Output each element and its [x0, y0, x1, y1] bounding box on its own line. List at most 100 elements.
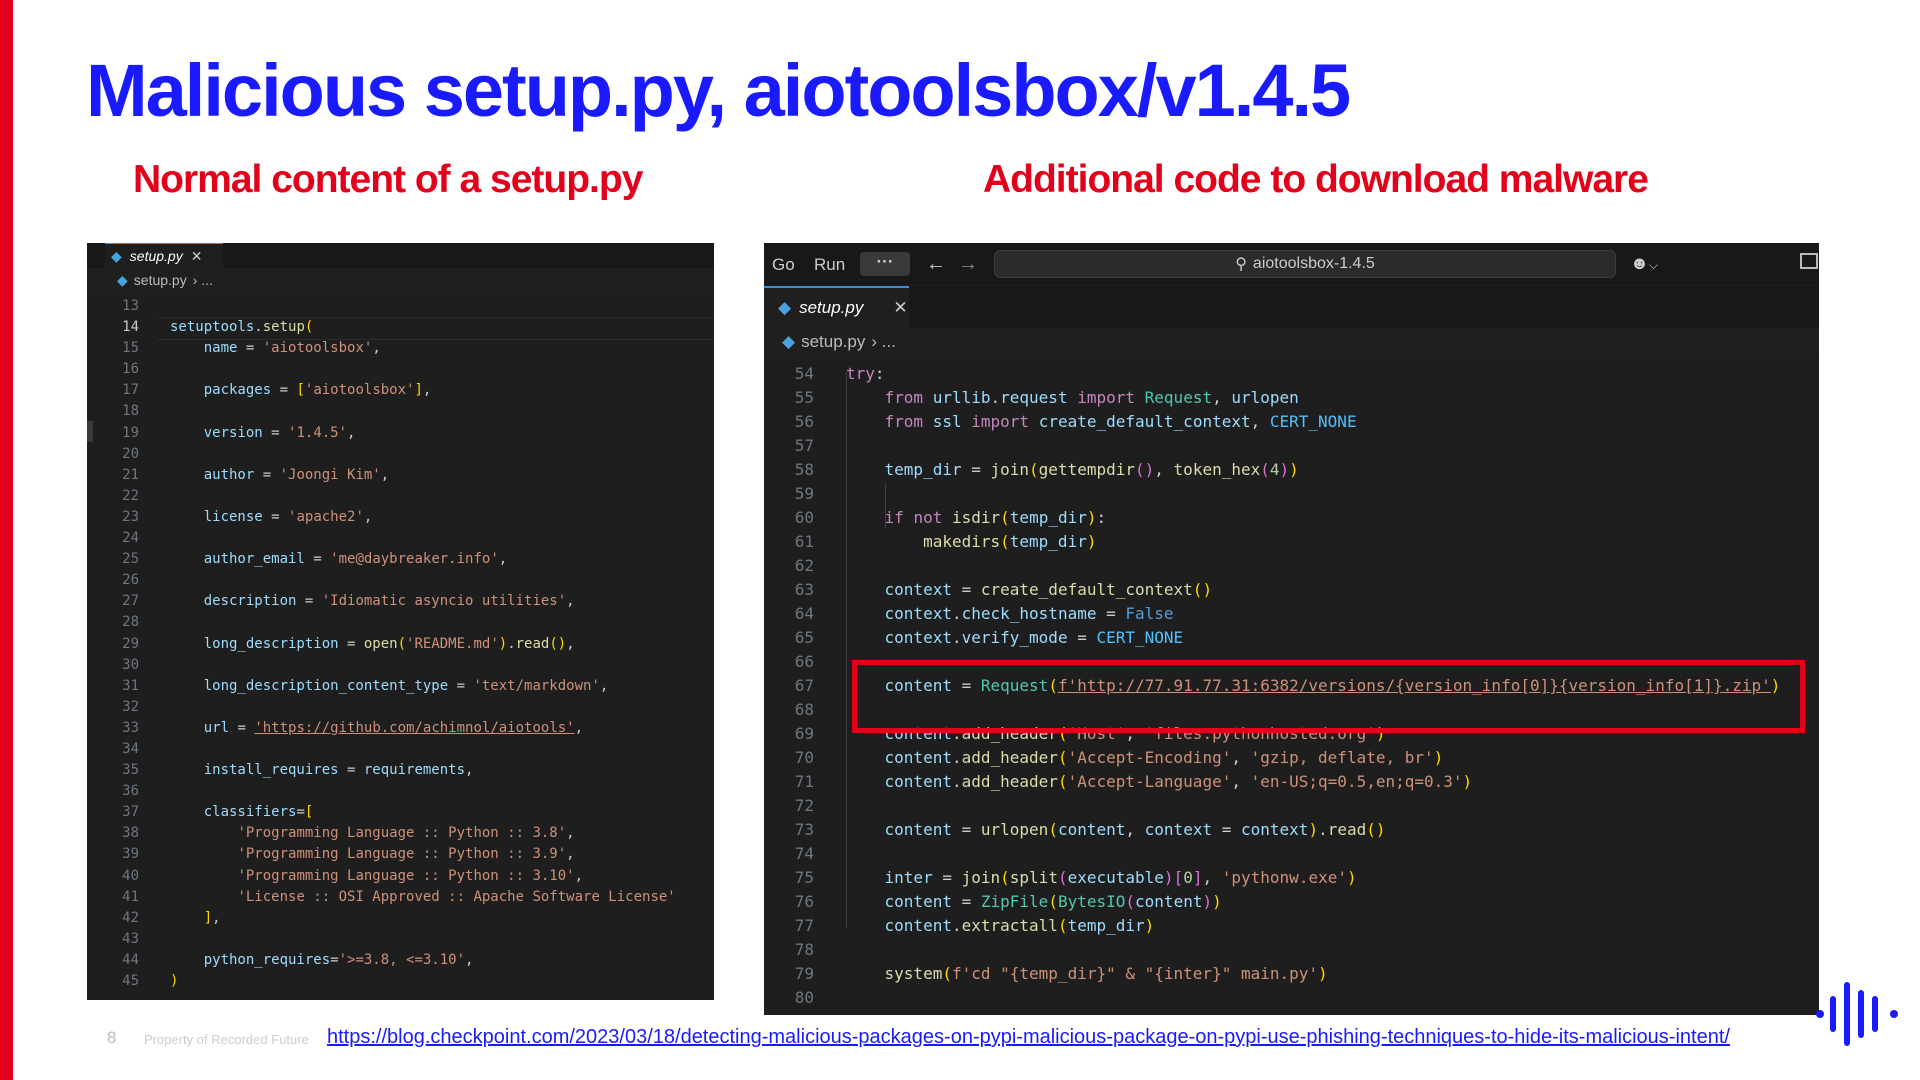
code-line[interactable]: 60 if not isdir(temp_dir):	[764, 506, 1819, 530]
code-line[interactable]: 19 version = '1.4.5',	[87, 423, 714, 444]
breadcrumb-file[interactable]: setup.py	[801, 332, 865, 352]
code-line[interactable]: 73 content = urlopen(content, context = …	[764, 818, 1819, 842]
code-line[interactable]: 22	[87, 486, 714, 507]
line-number: 42	[122, 909, 139, 926]
code-line[interactable]: 45)	[87, 971, 714, 992]
command-center-search[interactable]: ⚲ aiotoolsbox-1.4.5	[994, 250, 1616, 278]
source-link[interactable]: https://blog.checkpoint.com/2023/03/18/d…	[327, 1026, 1730, 1049]
line-number: 40	[122, 867, 139, 884]
code-line[interactable]: 25 author_email = 'me@daybreaker.info',	[87, 549, 714, 570]
back-arrow-icon[interactable]: ←	[926, 253, 946, 276]
menu-go[interactable]: Go	[772, 255, 795, 275]
code-line[interactable]: 44 python_requires='>=3.8, <=3.10',	[87, 950, 714, 971]
code-line[interactable]: 41 'License :: OSI Approved :: Apache So…	[87, 887, 714, 908]
code-line[interactable]: 80	[764, 986, 1819, 1010]
code-line[interactable]: 78	[764, 938, 1819, 962]
code-line[interactable]: 64 context.check_hostname = False	[764, 602, 1819, 626]
line-number: 69	[794, 724, 814, 743]
code-line[interactable]: 61 makedirs(temp_dir)	[764, 530, 1819, 554]
code-line[interactable]: 38 'Programming Language :: Python :: 3.…	[87, 823, 714, 844]
code-line[interactable]: 28	[87, 612, 714, 633]
line-number: 80	[794, 988, 814, 1007]
code-line[interactable]: 15 name = 'aiotoolsbox',	[87, 338, 714, 359]
code-line[interactable]: 27 description = 'Idiomatic asyncio util…	[87, 591, 714, 612]
code-line[interactable]: 55 from urllib.request import Request, u…	[764, 386, 1819, 410]
line-number: 35	[122, 762, 139, 779]
code-line[interactable]: 70 content.add_header('Accept-Encoding',…	[764, 746, 1819, 770]
code-text: )	[170, 973, 179, 989]
breadcrumb-file[interactable]: setup.py	[134, 272, 187, 288]
code-line[interactable]: 76 content = ZipFile(BytesIO(content))	[764, 890, 1819, 914]
line-number: 60	[794, 508, 814, 527]
code-text: 'License :: OSI Approved :: Apache Softw…	[237, 888, 676, 905]
line-number: 70	[794, 748, 814, 767]
code-line[interactable]: 24	[87, 528, 714, 549]
code-line[interactable]: 42 ],	[87, 908, 714, 929]
code-line[interactable]: 39 'Programming Language :: Python :: 3.…	[87, 844, 714, 865]
code-line[interactable]: 54 try:	[764, 362, 1819, 386]
line-number: 41	[122, 888, 139, 905]
code-line[interactable]: 37 classifiers=[	[87, 802, 714, 823]
line-number: 37	[122, 804, 139, 821]
code-line[interactable]: 40 'Programming Language :: Python :: 3.…	[87, 866, 714, 887]
menu-run[interactable]: Run	[814, 255, 845, 275]
code-line[interactable]: 71 content.add_header('Accept-Language',…	[764, 770, 1819, 794]
code-line[interactable]: 16	[87, 359, 714, 380]
code-text: description = 'Idiomatic asyncio utiliti…	[203, 593, 575, 610]
tab-label: setup.py	[799, 298, 864, 317]
line-number: 79	[794, 964, 814, 983]
code-line[interactable]: 63 context = create_default_context()	[764, 578, 1819, 602]
tab-setup-py[interactable]: ◆ setup.py ✕	[764, 286, 909, 328]
code-text: 'Programming Language :: Python :: 3.10'…	[237, 867, 584, 884]
code-line[interactable]: 75 inter = join(split(executable)[0], 'p…	[764, 866, 1819, 890]
code-line[interactable]: 13	[87, 296, 714, 317]
code-line[interactable]: 35 install_requires = requirements,	[87, 760, 714, 781]
code-line[interactable]: 59	[764, 482, 1819, 506]
code-line[interactable]: 33 url = 'https://github.com/achimnol/ai…	[87, 718, 714, 739]
code-text: temp_dir = join(gettempdir(), token_hex(…	[884, 460, 1299, 479]
code-line[interactable]: 72	[764, 794, 1819, 818]
code-text: try:	[846, 364, 885, 383]
code-line[interactable]: 20	[87, 444, 714, 465]
code-line[interactable]: 29 long_description = open('README.md').…	[87, 634, 714, 655]
python-file-icon: ◆	[782, 332, 796, 351]
code-line[interactable]: 26	[87, 570, 714, 591]
copilot-icon[interactable]: ☻⌵	[1630, 253, 1658, 274]
code-line[interactable]: 62	[764, 554, 1819, 578]
layout-icon[interactable]	[1800, 253, 1818, 269]
code-line[interactable]: 74	[764, 842, 1819, 866]
code-line[interactable]: 77 content.extractall(temp_dir)	[764, 914, 1819, 938]
code-line[interactable]: 32	[87, 697, 714, 718]
code-line[interactable]: 31 long_description_content_type = 'text…	[87, 676, 714, 697]
tab-setup-py[interactable]: ◆ setup.py ✕	[105, 243, 223, 268]
code-line[interactable]: 57	[764, 434, 1819, 458]
code-line[interactable]: 56 from ssl import create_default_contex…	[764, 410, 1819, 434]
breadcrumb-rest[interactable]: › ...	[193, 272, 213, 288]
code-line[interactable]: 17 packages = ['aiotoolsbox'],	[87, 380, 714, 401]
forward-arrow-icon[interactable]: →	[958, 253, 978, 276]
property-notice: Property of Recorded Future	[144, 1032, 309, 1047]
code-text: 'Programming Language :: Python :: 3.8',	[237, 825, 575, 842]
code-text: if not isdir(temp_dir):	[884, 508, 1107, 527]
code-line[interactable]: 43	[87, 929, 714, 950]
code-line[interactable]: 30	[87, 655, 714, 676]
code-line[interactable]: 79 system(f'cd "{temp_dir}" & "{inter}" …	[764, 962, 1819, 986]
code-line[interactable]: 65 context.verify_mode = CERT_NONE	[764, 626, 1819, 650]
line-number: 64	[794, 604, 814, 623]
code-line[interactable]: 18	[87, 401, 714, 422]
code-line[interactable]: 23 license = 'apache2',	[87, 507, 714, 528]
code-line[interactable]: 21 author = 'Joongi Kim',	[87, 465, 714, 486]
right-code-editor: Go Run ··· ← → ⚲ aiotoolsbox-1.4.5 ☻⌵ ◆ …	[764, 243, 1819, 1015]
code-line[interactable]: 34	[87, 739, 714, 760]
python-file-icon: ◆	[778, 298, 792, 317]
line-number: 77	[794, 916, 814, 935]
code-line[interactable]: 58 temp_dir = join(gettempdir(), token_h…	[764, 458, 1819, 482]
code-text: content.extractall(temp_dir)	[884, 916, 1155, 935]
code-line[interactable]: 14 setuptools.setup(	[87, 317, 714, 338]
more-menu-button[interactable]: ···	[860, 252, 910, 276]
close-icon[interactable]: ✕	[893, 298, 907, 318]
line-number: 13	[122, 298, 139, 314]
code-line[interactable]: 36	[87, 781, 714, 802]
close-icon[interactable]: ✕	[191, 248, 203, 265]
breadcrumb-rest[interactable]: › ...	[871, 332, 896, 352]
